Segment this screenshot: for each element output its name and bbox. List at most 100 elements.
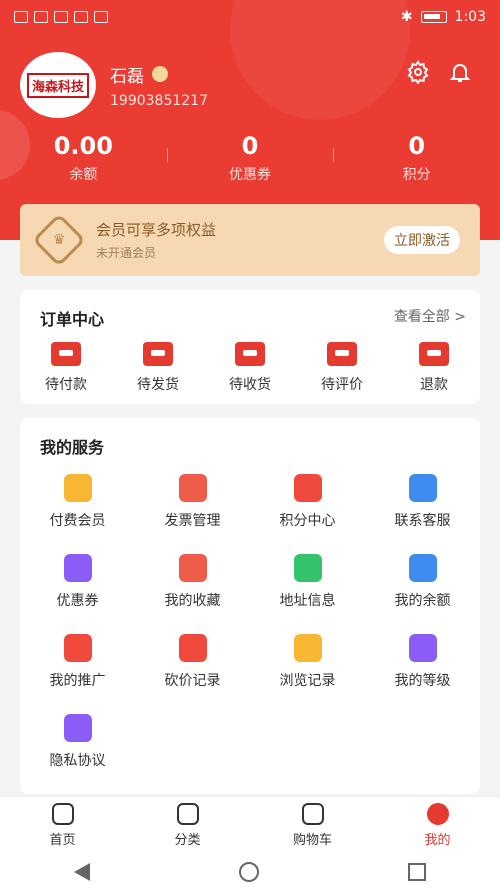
account-stats: 0.00 余额 0 优惠券 0 积分 [0,132,500,184]
view-all-orders-link[interactable]: 查看全部 > [394,306,466,326]
cart-icon [301,803,324,825]
service-icon [63,634,92,662]
home-circle-icon[interactable] [238,862,259,882]
service-label: 地址信息 [279,593,336,609]
back-icon[interactable] [74,863,91,881]
user-profile[interactable]: 海森科技 石磊 19903851217 [20,52,208,118]
service-item[interactable]: 积分中心 [250,470,365,534]
order-refund[interactable]: 退款 [388,342,480,394]
service-item[interactable]: 砍价记录 [135,630,250,694]
review-icon [327,342,357,366]
service-item[interactable]: 优惠券 [20,550,135,614]
service-label: 联系客服 [394,513,451,529]
service-icon [178,474,207,502]
stat-value: 0 [241,132,259,160]
status-icons-left [14,11,108,23]
wallet-icon [51,342,81,366]
settings-icon[interactable] [406,60,430,84]
vip-membership-card[interactable]: ♛ 会员可享多项权益 未开通会员 立即激活 [20,204,480,276]
bell-icon[interactable] [448,60,472,84]
stat-value: 0 [408,132,426,160]
service-icon [293,554,322,582]
service-item[interactable]: 我的收藏 [135,550,250,614]
tab-category[interactable]: 分类 [125,797,250,850]
order-pending-payment[interactable]: 待付款 [20,342,112,394]
header-actions [406,60,472,84]
service-label: 我的收藏 [164,593,221,609]
order-item-label: 待收货 [229,377,271,393]
compass-icon [176,803,199,825]
stat-label: 积分 [402,167,431,183]
refund-icon [419,342,449,366]
service-icon [408,554,437,582]
service-icon [408,634,437,662]
avatar-logo-text: 海森科技 [26,72,89,98]
avatar[interactable]: 海森科技 [20,52,96,118]
recent-apps-icon[interactable] [407,863,426,881]
usb-icon [74,11,88,23]
tab-mine[interactable]: 我的 [375,797,500,850]
home-icon [51,803,74,825]
activate-vip-button[interactable]: 立即激活 [384,226,460,254]
service-item[interactable]: 联系客服 [365,470,480,534]
tab-label: 购物车 [292,833,332,848]
user-phone: 19903851217 [110,92,208,109]
tab-label: 首页 [49,833,76,848]
user-icon [426,803,449,825]
order-item-label: 待评价 [321,377,363,393]
service-icon [293,634,322,662]
bluetooth-icon: ✱ [400,9,413,25]
wifi-icon [34,11,48,23]
stat-label: 优惠券 [229,167,271,183]
my-services-title: 我的服务 [40,438,105,457]
service-item[interactable]: 我的推广 [20,630,135,694]
service-icon [178,554,207,582]
vip-badge-icon [152,66,168,82]
service-label: 付费会员 [49,513,106,529]
vip-subtitle: 未开通会员 [96,246,157,260]
crown-icon: ♛ [32,213,86,267]
order-item-label: 退款 [420,377,448,393]
service-label: 发票管理 [164,513,221,529]
order-status-row: 待付款 待发货 待收货 待评价 退款 [20,342,480,394]
service-item[interactable]: 隐私协议 [20,710,135,774]
my-services-card: 我的服务 付费会员 发票管理 积分中心 联系客服优惠券 我的收藏 地址信息 我的余额我的推广… [20,418,480,794]
service-icon [408,474,437,502]
order-center-card: 订单中心 查看全部 > 待付款 待发货 待收货 待评价 退款 [20,290,480,404]
service-icon [63,554,92,582]
tab-home[interactable]: 首页 [0,797,125,850]
bottom-tab-bar: 首页 分类 购物车 我的 [0,796,500,850]
stat-label: 余额 [69,167,98,183]
vip-title: 会员可享多项权益 [96,221,217,239]
user-name: 石磊 [110,66,144,87]
tab-cart[interactable]: 购物车 [250,797,375,850]
order-pending-receipt[interactable]: 待收货 [204,342,296,394]
service-label: 我的等级 [394,673,451,689]
stat-balance[interactable]: 0.00 余额 [0,132,167,184]
stat-points[interactable]: 0 积分 [333,132,500,184]
sim-icon [14,11,28,23]
order-center-title: 订单中心 [40,310,105,329]
stat-coupons[interactable]: 0 优惠券 [166,132,334,184]
tab-label: 分类 [174,833,201,848]
stat-value: 0.00 [53,132,113,160]
service-label: 隐私协议 [49,753,106,769]
status-bar: ✱ 1:03 [0,0,500,34]
service-item[interactable]: 浏览记录 [250,630,365,694]
service-label: 砍价记录 [164,673,221,689]
order-pending-shipment[interactable]: 待发货 [112,342,204,394]
user-info: 石磊 19903851217 [110,62,208,109]
service-item[interactable]: 我的等级 [365,630,480,694]
order-pending-review[interactable]: 待评价 [296,342,388,394]
battery-icon [420,11,447,23]
service-item[interactable]: 地址信息 [250,550,365,614]
order-item-label: 待付款 [45,377,87,393]
service-item[interactable]: 我的余额 [365,550,480,614]
service-item[interactable]: 付费会员 [20,470,135,534]
service-item[interactable]: 发票管理 [135,470,250,534]
package-icon [235,342,265,366]
services-grid: 付费会员 发票管理 积分中心 联系客服优惠券 我的收藏 地址信息 我的余额我的推广 砍价记录 浏… [20,470,480,774]
service-icon [63,474,92,502]
system-navigation-bar [0,850,500,894]
notification-icon [54,11,68,23]
